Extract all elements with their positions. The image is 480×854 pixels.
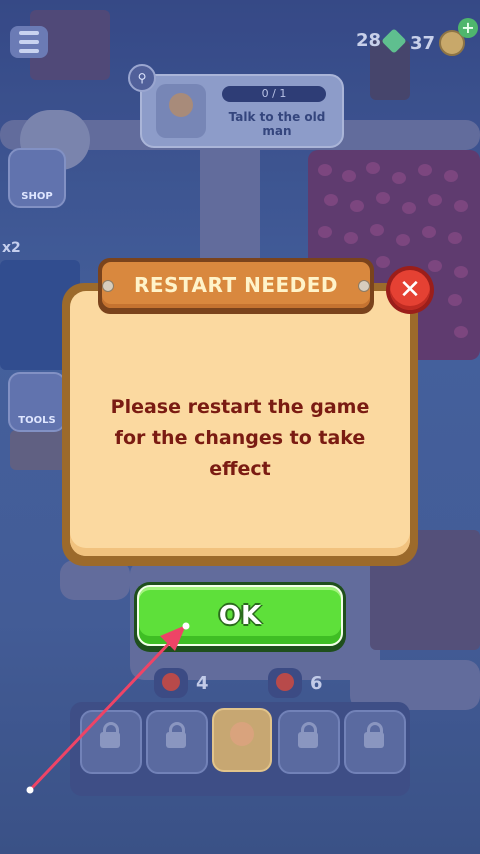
multiplier-label: x2 [2,240,21,256]
bolt-icon [102,280,114,292]
tomato-counter: 4 [154,668,209,698]
gem-count: 28 [356,30,382,51]
lock-icon [166,722,186,748]
dialog-message: Please restart the game for the changes … [84,392,396,485]
search-icon[interactable]: ⚲ [128,64,156,92]
locked-slot[interactable] [278,710,340,774]
shop-button[interactable]: SHOP [8,148,66,208]
shop-label: SHOP [21,191,53,202]
menu-button[interactable] [10,26,48,58]
tomato-count: 6 [310,672,323,694]
coin-count: 37 [410,32,436,54]
close-icon: ✕ [390,270,430,310]
lock-icon [100,722,120,748]
add-currency-button[interactable]: + [458,18,478,38]
ok-button[interactable]: OK [134,582,346,652]
ok-label: OK [137,585,343,646]
dialog-title-banner: RESTART NEEDED [98,258,374,314]
close-button[interactable]: ✕ [386,266,434,314]
locked-slot[interactable] [80,710,142,774]
message-line: Please restart the game [110,396,370,418]
tomato-count: 4 [196,672,209,694]
message-line: effect [209,458,271,480]
gem-icon [381,27,407,54]
old-man-avatar [156,84,206,138]
lock-icon [364,722,384,748]
quest-progress: 0 / 1 [222,86,326,102]
message-line: for the changes to take [114,427,366,449]
farmer-character-slot[interactable] [212,708,272,772]
bolt-icon [358,280,370,292]
quest-card[interactable]: 0 / 1 Talk to the old man [140,74,344,148]
lock-icon [298,722,318,748]
tools-label: TOOLS [18,415,56,426]
tomato-icon [268,668,302,698]
gem-counter: 28 [356,27,407,54]
tomato-counter: 6 [268,668,323,698]
coin-counter: 37 [410,30,466,56]
tools-button[interactable]: TOOLS [8,372,66,432]
locked-slot[interactable] [344,710,406,774]
tomato-icon [154,668,188,698]
dialog-title: RESTART NEEDED [102,262,370,308]
locked-slot[interactable] [146,710,208,774]
quest-text: Talk to the old man [228,110,326,138]
